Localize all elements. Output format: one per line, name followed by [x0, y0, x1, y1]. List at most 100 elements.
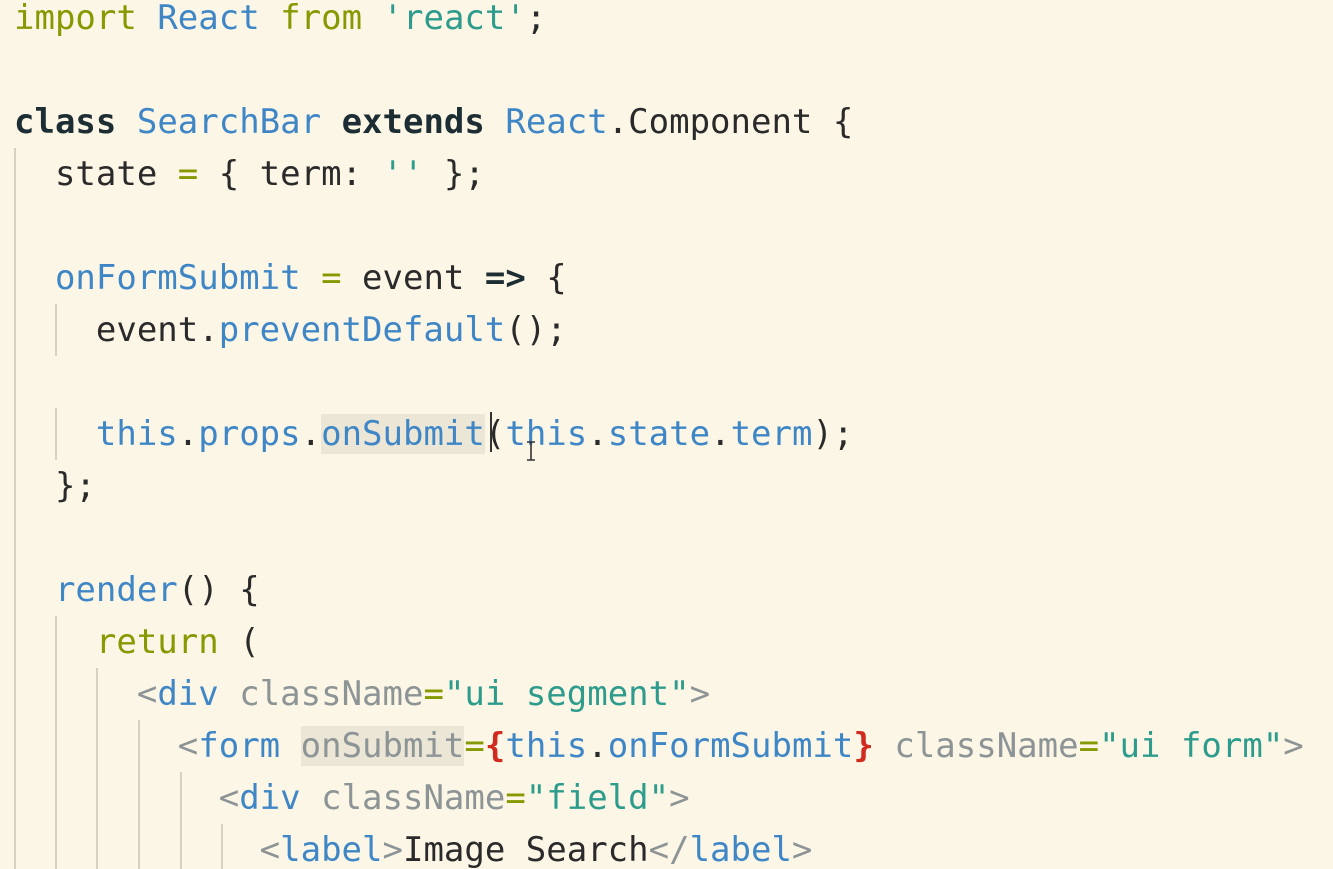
highlighted-token: onSubmit	[300, 726, 465, 766]
code-token: onFormSubmit	[607, 726, 854, 766]
code-token: <	[259, 830, 281, 869]
code-token: onFormSubmit	[54, 258, 301, 298]
code-line[interactable]: <div className="field">	[14, 772, 690, 824]
code-line[interactable]: return (	[14, 616, 260, 668]
code-token: >	[689, 674, 711, 714]
text-caret	[490, 412, 492, 452]
code-token: div	[157, 674, 219, 714]
code-token: };	[14, 466, 96, 506]
code-token: >	[669, 778, 690, 818]
code-token: this	[505, 414, 588, 454]
code-token: props	[198, 414, 301, 454]
code-token: >	[1283, 726, 1304, 766]
code-line[interactable]: state = { term: '' };	[14, 148, 485, 200]
code-token: label	[689, 830, 792, 869]
code-token: return	[95, 622, 219, 662]
code-token: </	[648, 830, 690, 869]
code-token: "field"	[525, 778, 670, 818]
code-token: {	[484, 726, 506, 766]
code-token: .	[177, 414, 199, 454]
code-token: =	[1078, 726, 1100, 766]
code-token: state	[607, 414, 711, 454]
code-token: { term:	[198, 154, 383, 194]
code-line[interactable]: <form onSubmit={this.onFormSubmit} class…	[14, 720, 1304, 772]
highlighted-token: onSubmit	[321, 414, 485, 454]
code-token: (	[484, 414, 506, 454]
code-token: =	[177, 154, 199, 194]
code-line[interactable]: };	[14, 460, 96, 512]
code-token: ;	[525, 0, 547, 38]
code-line[interactable]: onFormSubmit = event => {	[14, 252, 567, 304]
code-token: () {	[177, 570, 260, 610]
code-token: );	[812, 414, 854, 454]
code-token: this	[505, 726, 588, 766]
code-token: .	[300, 414, 322, 454]
code-token: preventDefault	[218, 310, 506, 350]
code-token: =	[423, 674, 444, 714]
code-token: event	[341, 258, 485, 298]
code-line[interactable]: import React from 'react';	[14, 0, 546, 44]
code-token: =>	[484, 258, 526, 298]
code-token: .	[710, 414, 731, 454]
code-token: from	[280, 0, 363, 38]
code-token: ''	[382, 154, 424, 194]
code-token: <	[218, 778, 240, 818]
code-token: (	[218, 622, 260, 662]
code-token: form	[198, 726, 281, 766]
code-token: "ui segment"	[443, 674, 690, 714]
code-token: className	[239, 674, 424, 714]
code-token: >	[791, 830, 813, 869]
code-token: React	[505, 102, 608, 142]
code-token: 'react'	[382, 0, 526, 38]
code-token: label	[280, 830, 383, 869]
code-token: {	[525, 258, 567, 298]
code-token: <	[136, 674, 158, 714]
ibeam-cursor-icon	[527, 441, 535, 461]
code-token: <	[177, 726, 199, 766]
code-token: this	[95, 414, 178, 454]
code-token: =	[505, 778, 526, 818]
code-token: term	[730, 414, 813, 454]
code-token: "ui form"	[1099, 726, 1284, 766]
code-token: import	[14, 0, 137, 38]
code-line[interactable]: <div className="ui segment">	[14, 668, 710, 720]
code-token: }	[853, 726, 874, 766]
code-editor[interactable]: import React from 'react'; class SearchBa…	[0, 0, 1333, 869]
code-line[interactable]: <label>Image Search</label>	[14, 824, 813, 869]
code-token: Image Search	[402, 830, 649, 869]
code-line[interactable]: render() {	[14, 564, 260, 616]
code-token: =	[321, 258, 342, 298]
code-line[interactable]: this.props.onSubmit(this.state.term);	[14, 408, 853, 460]
code-token: className	[894, 726, 1079, 766]
code-token: className	[321, 778, 506, 818]
code-token: SearchBar	[136, 102, 322, 142]
code-token: .	[587, 726, 608, 766]
code-line[interactable]: class SearchBar extends React.Component …	[14, 96, 853, 148]
code-token: =	[464, 726, 485, 766]
code-token: >	[382, 830, 403, 869]
code-token: class	[14, 102, 117, 142]
code-token: event.	[14, 310, 219, 350]
code-line[interactable]: event.preventDefault();	[14, 304, 567, 356]
code-token: .	[587, 414, 608, 454]
code-token: extends	[341, 102, 485, 142]
code-token: .Component {	[607, 102, 854, 142]
